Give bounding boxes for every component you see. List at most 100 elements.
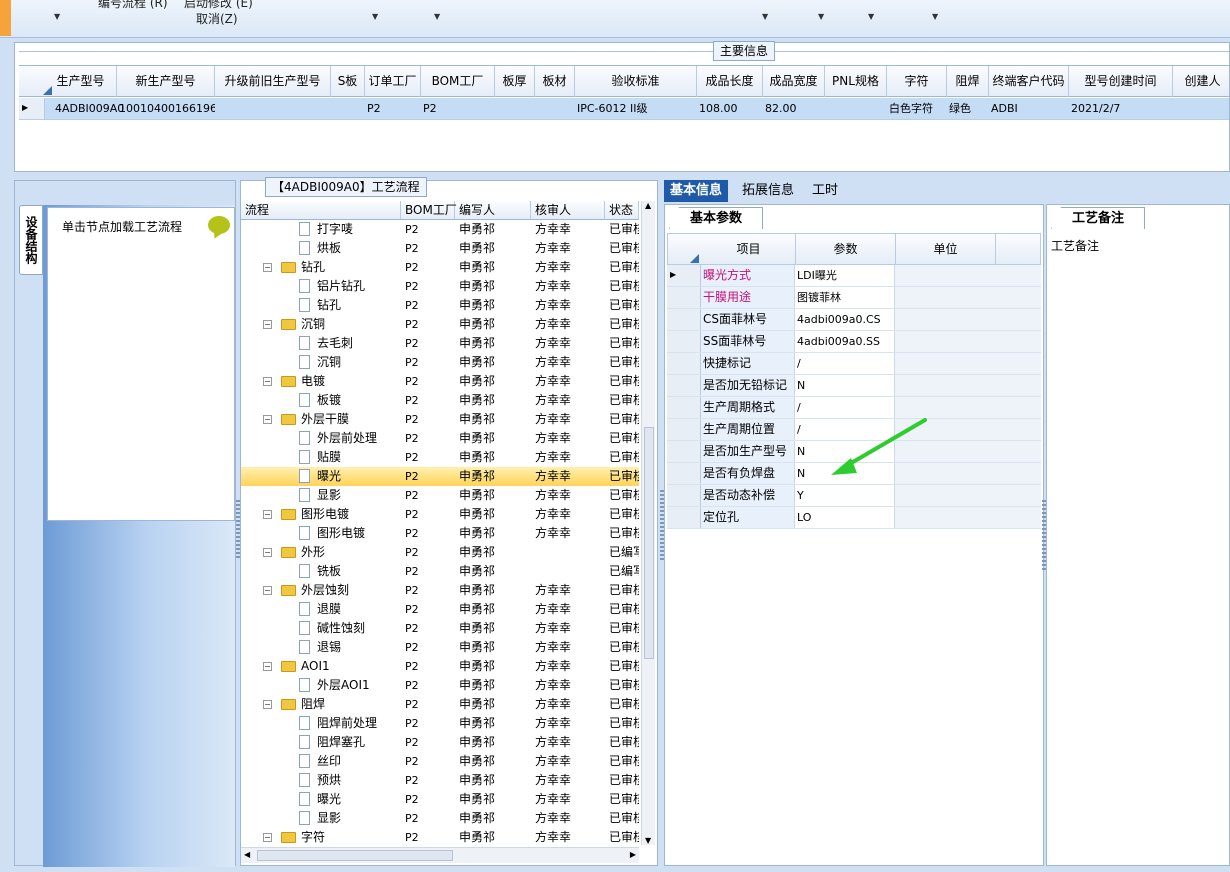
column-header[interactable]: 板材 <box>535 66 575 97</box>
column-header[interactable]: PNL规格 <box>825 66 887 97</box>
param-unit[interactable] <box>895 287 1041 308</box>
param-row[interactable]: 快捷标记 / <box>667 353 1041 375</box>
collapse-icon[interactable]: − <box>263 662 272 671</box>
column-header[interactable]: 编写人 <box>455 201 531 219</box>
param-unit[interactable] <box>895 485 1041 506</box>
column-header[interactable]: 终端客户代码 <box>989 66 1069 97</box>
column-header[interactable]: BOM工厂 <box>401 201 457 219</box>
tree-row[interactable]: − 阻焊 P2 申勇祁 方幸幸 已审核 <box>241 695 639 714</box>
param-unit[interactable] <box>895 331 1041 352</box>
column-header[interactable]: 项目 <box>702 234 796 264</box>
tree-row[interactable]: − 图形电镀 P2 申勇祁 方幸幸 已审核 <box>241 505 639 524</box>
collapse-icon[interactable]: − <box>263 548 272 557</box>
param-value[interactable]: 4adbi009a0.CS <box>795 309 895 330</box>
scroll-left-icon[interactable]: ◀ <box>244 850 250 859</box>
param-unit[interactable] <box>895 309 1041 330</box>
toolbar-item-cancel[interactable]: 取消(Z) <box>196 10 238 27</box>
row-header[interactable] <box>667 419 701 440</box>
param-value[interactable]: / <box>795 353 895 374</box>
column-header[interactable]: 生产型号 <box>45 66 117 97</box>
row-header[interactable] <box>667 485 701 506</box>
vertical-scrollbar[interactable]: ▲ ▼ <box>641 201 655 845</box>
param-value[interactable]: 4adbi009a0.SS <box>795 331 895 352</box>
param-value[interactable]: Y <box>795 485 895 506</box>
collapse-icon[interactable]: − <box>263 377 272 386</box>
horizontal-scrollbar[interactable]: ◀ ▶ <box>241 847 639 863</box>
tree-row[interactable]: 曝光 P2 申勇祁 方幸幸 已审核 <box>241 790 639 809</box>
param-value[interactable]: N <box>795 375 895 396</box>
column-header[interactable]: 订单工厂 <box>365 66 421 97</box>
tree-row[interactable]: 图形电镀 P2 申勇祁 方幸幸 已审核 <box>241 524 639 543</box>
scroll-down-icon[interactable]: ▼ <box>645 836 651 845</box>
dropdown-arrow-icon[interactable]: ▼ <box>932 12 938 21</box>
scroll-thumb[interactable] <box>644 427 654 659</box>
tree-row[interactable]: 烘板 P2 申勇祁 方幸幸 已审核 <box>241 239 639 258</box>
toolbar-item-flow[interactable]: 编号流程 (R) <box>98 0 168 11</box>
tree-row[interactable]: − AOI1 P2 申勇祁 方幸幸 已审核 <box>241 657 639 676</box>
column-header[interactable]: 创建人 <box>1173 66 1230 97</box>
param-row[interactable]: 是否动态补偿 Y <box>667 485 1041 507</box>
dropdown-arrow-icon[interactable]: ▼ <box>54 12 60 21</box>
collapse-icon[interactable]: − <box>263 586 272 595</box>
scroll-thumb[interactable] <box>257 850 453 861</box>
tree-row[interactable]: 丝印 P2 申勇祁 方幸幸 已审核 <box>241 752 639 771</box>
param-value[interactable]: LO <box>795 507 895 528</box>
process-flow-tab[interactable]: 【4ADBI009A0】工艺流程 <box>265 177 427 197</box>
param-unit[interactable] <box>895 397 1041 418</box>
tree-row[interactable]: 退锡 P2 申勇祁 方幸幸 已审核 <box>241 638 639 657</box>
param-unit[interactable] <box>895 265 1041 286</box>
param-unit[interactable] <box>895 507 1041 528</box>
tree-row[interactable]: 外层AOI1 P2 申勇祁 方幸幸 已审核 <box>241 676 639 695</box>
column-header[interactable]: 核审人 <box>531 201 605 219</box>
structure-tree-area[interactable]: 单击节点加载工艺流程 <box>47 207 235 521</box>
column-header[interactable]: 字符 <box>887 66 947 97</box>
tab-work-hours[interactable]: 工时 <box>806 180 844 202</box>
scroll-right-icon[interactable]: ▶ <box>630 850 636 859</box>
collapse-icon[interactable]: − <box>263 320 272 329</box>
column-header[interactable]: 流程 <box>241 201 401 219</box>
row-header[interactable] <box>667 331 701 352</box>
param-row[interactable]: 生产周期格式 / <box>667 397 1041 419</box>
tree-row[interactable]: − 外形 P2 申勇祁 已编写 <box>241 543 639 562</box>
param-unit[interactable] <box>895 375 1041 396</box>
column-header[interactable]: 升级前旧生产型号 <box>215 66 331 97</box>
param-row[interactable]: 干膜用途 图镀菲林 <box>667 287 1041 309</box>
flow-tree[interactable]: 打字唛P2申勇祁方幸幸已审核烘板P2申勇祁方幸幸已审核−钻孔P2申勇祁方幸幸已审… <box>241 220 639 844</box>
column-header[interactable]: 新生产型号 <box>117 66 215 97</box>
column-header[interactable]: 状态 <box>605 201 639 219</box>
tree-row[interactable]: 沉铜 P2 申勇祁 方幸幸 已审核 <box>241 353 639 372</box>
tree-row[interactable]: − 钻孔 P2 申勇祁 方幸幸 已审核 <box>241 258 639 277</box>
tree-row[interactable]: 显影 P2 申勇祁 方幸幸 已审核 <box>241 486 639 505</box>
param-value[interactable]: / <box>795 397 895 418</box>
tree-row[interactable]: 阻焊前处理 P2 申勇祁 方幸幸 已审核 <box>241 714 639 733</box>
collapse-icon[interactable]: − <box>263 700 272 709</box>
tree-row[interactable]: − 外层蚀刻 P2 申勇祁 方幸幸 已审核 <box>241 581 639 600</box>
collapse-icon[interactable]: − <box>263 263 272 272</box>
param-row[interactable]: 是否加无铅标记 N <box>667 375 1041 397</box>
row-header[interactable] <box>667 441 701 462</box>
tab-extended-info[interactable]: 拓展信息 <box>736 180 800 202</box>
tree-row[interactable]: 贴膜 P2 申勇祁 方幸幸 已审核 <box>241 448 639 467</box>
table-row[interactable]: ▶ 4ADBI009A0 10010400166196 P2 P2 IPC-6012 I… <box>19 98 1229 120</box>
tree-row[interactable]: 阻焊塞孔 P2 申勇祁 方幸幸 已审核 <box>241 733 639 752</box>
tree-row[interactable]: 碱性蚀刻 P2 申勇祁 方幸幸 已审核 <box>241 619 639 638</box>
tree-row[interactable]: 曝光 P2 申勇祁 方幸幸 已审核 <box>241 467 639 486</box>
column-header[interactable]: 板厚 <box>495 66 535 97</box>
tree-row[interactable]: 打字唛 P2 申勇祁 方幸幸 已审核 <box>241 220 639 239</box>
row-header[interactable] <box>667 375 701 396</box>
row-header[interactable] <box>667 397 701 418</box>
tree-row[interactable]: − 字符 P2 申勇祁 方幸幸 已审核 <box>241 828 639 844</box>
column-header[interactable]: 成品长度 <box>697 66 763 97</box>
row-header[interactable]: ▶ <box>667 265 701 286</box>
row-header[interactable] <box>667 309 701 330</box>
column-header[interactable]: 验收标准 <box>575 66 697 97</box>
column-header[interactable]: BOM工厂 <box>421 66 495 97</box>
row-header[interactable] <box>667 287 701 308</box>
tree-row[interactable]: 钻孔 P2 申勇祁 方幸幸 已审核 <box>241 296 639 315</box>
collapse-icon[interactable]: − <box>263 833 272 842</box>
tab-device-structure[interactable]: 设备结构 <box>19 205 43 275</box>
tree-row[interactable]: 退膜 P2 申勇祁 方幸幸 已审核 <box>241 600 639 619</box>
column-header[interactable]: 成品宽度 <box>763 66 825 97</box>
dropdown-arrow-icon[interactable]: ▼ <box>434 12 440 21</box>
dropdown-arrow-icon[interactable]: ▼ <box>868 12 874 21</box>
